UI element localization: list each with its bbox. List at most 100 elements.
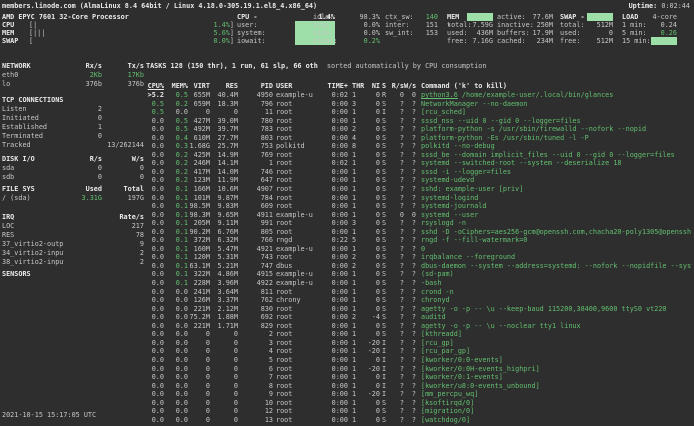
process-command: systemd --user <box>421 211 692 220</box>
process-row: 0.0 0.0 241M 3.64M 811 root 0:00 1 0 S ?… <box>146 288 692 297</box>
process-command: python3.6 /home/example-user/.local/bin/… <box>421 91 692 100</box>
process-row: 0.0 0.2 123M 11.9M 647 root 0:00 1 0 S ?… <box>146 176 692 185</box>
sidebar-row: lo 376b 376b <box>2 80 144 89</box>
process-row: 0.0 0.3 1.68G 25.7M 753 polkitd 0:00 8 0… <box>146 142 692 151</box>
mem-gauge-bar: ||| <box>33 29 213 37</box>
process-row: 0.0 0.1 228M 3.96M 4922 example-u 0:00 1… <box>146 279 692 288</box>
process-command: sssd_be --domain implicit_files --uid 0 … <box>421 151 692 160</box>
swap-panel: SWAP - total:512M used:0 free:512M <box>560 13 613 45</box>
process-row: 0.5 0.0 0 0 11 root 0:00 1 0 I ? ? [rcu_… <box>146 108 692 117</box>
disk-header: DISK I/O <box>2 155 64 164</box>
process-command: [kworker/u8:0-events_unbound] <box>421 382 692 391</box>
sidebar-row: sdb 0 0 <box>2 173 144 182</box>
process-row: 0.0 0.0 0 0 6 root 0:00 1 -20 I ? ? [kwo… <box>146 365 692 374</box>
irq-header: IRQ <box>2 213 64 222</box>
process-command: (sd-pam) <box>421 270 692 279</box>
process-command: systemd-udevd <box>421 176 692 185</box>
process-command: NetworkManager --no-daemon <box>421 100 692 109</box>
tcp-header: TCP CONNECTIONS <box>2 96 64 105</box>
sensors-panel: SENSORS <box>2 270 144 279</box>
process-row: 0.0 0.1 372M 6.32M 766 rngd 0:22 5 0 S ?… <box>146 236 692 245</box>
sidebar-row: 38_virtio2-input.2 2 <box>2 258 144 267</box>
process-command: sshd -D -oCiphers=aes256-gcm@openssh.com… <box>421 228 692 237</box>
quicklook-gauges: CPU[|1.4%] MEM[|||5.6%] SWAP[0.0%] <box>2 21 234 45</box>
process-row: 0.0 0.0 0 0 3 root 0:00 1 -20 I ? ? [rcu… <box>146 339 692 348</box>
process-row: 0.0 0.1 160M 5.47M 4921 example-u 0:00 1… <box>146 245 692 254</box>
process-command: [rcu_par_gp] <box>421 347 692 356</box>
uptime: Uptime: 0:02:44 <box>629 2 690 10</box>
irq-panel: IRQRate/s LOC 217 RES 78 37_virtio2-outp… <box>2 213 144 267</box>
process-command: -bash <box>421 279 692 288</box>
process-command: [kthreadd] <box>421 330 692 339</box>
process-row: 0.0 0.5 427M 39.0M 780 root 0:00 1 0 S ?… <box>146 117 692 126</box>
process-command: sssd -i --logger=files <box>421 168 692 177</box>
process-row: 0.0 0.1 166M 10.6M 4907 root 0:00 1 0 S … <box>146 185 692 194</box>
process-row: 0.0 0.0 75.2M 1.88M 692 root 0:00 2 -4 S… <box>146 313 692 322</box>
host-title: members.linode.com (AlmaLinux 8.4 64bit … <box>2 2 317 10</box>
process-row: 0.0 0.0 221M 2.12M 830 root 0:00 1 0 S ?… <box>146 305 692 314</box>
process-row: 0.0 0.1 322M 4.86M 4915 example-u 0:00 1… <box>146 270 692 279</box>
process-command: systemd --switched-root --system --deser… <box>421 159 692 168</box>
process-row: 0.0 0.0 126M 3.37M 762 chrony 0:00 1 0 S… <box>146 296 692 305</box>
process-command: [kworker/0:1-events] <box>421 373 692 382</box>
swap-gauge: SWAP[0.0%] <box>2 37 234 45</box>
process-command: dbus-daemon --system --address=systemd: … <box>421 262 692 271</box>
process-row: 0.0 0.0 0 0 2 root 0:00 1 0 S ? ? [kthre… <box>146 330 692 339</box>
process-command: crond -n <box>421 288 692 297</box>
filesystem-panel: FILE SYSUsedTotal / (sda) 3.31G 197G <box>2 185 144 203</box>
sidebar-row: Tracked 13/262144 <box>2 141 144 150</box>
process-table: TASKS 128 (150 thr), 1 run, 61 slp, 66 o… <box>146 62 692 424</box>
process-table-header: CPU% MEM% VIRT RES PID USER TIME+ THR NI… <box>146 82 692 91</box>
sidebar-row: Listen 2 <box>2 105 144 114</box>
process-command: polkitd --no-debug <box>421 142 692 151</box>
process-row: 0.0 0.0 0 0 9 root 0:00 1 -20 I ? ? [mm_… <box>146 390 692 399</box>
process-command: systemd-journald <box>421 202 692 211</box>
cpu-model: AMD EPYC 7601 32-Core Processor <box>2 13 129 21</box>
sidebar-row: 37_virtio2-output.1 9 <box>2 240 144 249</box>
process-row: >5.2 0.5 655M 40.4M 4950 example-u 0:02 … <box>146 91 692 100</box>
fs-header: FILE SYS <box>2 185 64 194</box>
sidebar-row: / (sda) 3.31G 197G <box>2 194 144 203</box>
swap-percent-block <box>587 13 613 21</box>
process-command: rngd -f --fill-watermark=0 <box>421 236 692 245</box>
process-row: 0.0 0.1 98.5M 9.83M 609 root 0:00 1 0 S … <box>146 202 692 211</box>
left-sidebar: NETWORKRx/sTx/s eth0 2Kb 17Kb lo 376b 37… <box>2 62 144 279</box>
process-command: [rcu_sched] <box>421 108 692 117</box>
process-command: [migration/0] <box>421 407 692 416</box>
sidebar-row: 34_virtio2-input.0 2 <box>2 249 144 258</box>
process-row: 0.0 0.1 120M 5.31M 743 root 0:00 2 0 S ?… <box>146 253 692 262</box>
sort-column-cpu: CPU% <box>146 82 164 91</box>
load15-block <box>651 37 677 45</box>
process-command: platform-python -s /usr/sbin/firewalld -… <box>421 125 692 134</box>
mem-percent-block <box>467 13 493 21</box>
process-command: systemd-logind <box>421 194 692 203</box>
process-row: 0.0 0.2 417M 14.0M 746 root 0:00 1 0 S ?… <box>146 168 692 177</box>
process-row: 0.0 0.0 0 0 7 root 0:00 1 0 I ? ? [kwork… <box>146 373 692 382</box>
process-row: 0.0 0.5 492M 39.7M 783 root 0:00 2 0 S ?… <box>146 125 692 134</box>
sidebar-row: Terminated 0 <box>2 132 144 141</box>
process-row: 0.0 0.2 425M 14.9M 769 root 0:00 1 0 S ?… <box>146 151 692 160</box>
mem-panel: MEM - total:7.59G used:436M free:7.16G <box>447 13 493 45</box>
process-row: 0.0 0.1 90.2M 6.76M 805 root 0:00 1 0 S … <box>146 228 692 237</box>
mem-gauge: MEM[|||5.6%] <box>2 29 234 37</box>
process-row: 0.0 0.2 246M 14.1M 1 root 0:02 1 0 S ? ?… <box>146 159 692 168</box>
process-row: 0.0 0.0 0 0 13 root 0:00 1 0 S ? ? [watc… <box>146 416 692 425</box>
process-command: [rcu_gp] <box>421 339 692 348</box>
uptime-value: 0:02:44 <box>661 2 690 10</box>
process-command: auditd <box>421 313 692 322</box>
sidebar-row: Established 1 <box>2 123 144 132</box>
sidebar-row: RES 78 <box>2 231 144 240</box>
process-command: 0 <box>421 245 692 254</box>
process-command: platform-python -Es /usr/sbin/tuned -l -… <box>421 134 692 143</box>
load-panel: LOAD4-core 1 min:0.24 5 min:0.26 15 min: <box>622 13 677 45</box>
network-panel: NETWORKRx/sTx/s eth0 2Kb 17Kb lo 376b 37… <box>2 62 144 89</box>
process-command: [watchdog/0] <box>421 416 692 425</box>
sensors-header: SENSORS <box>2 270 64 279</box>
process-row: 0.0 0.1 205M 9.11M 991 root 0:00 3 0 S ?… <box>146 219 692 228</box>
process-row: 0.0 0.1 63.1M 5.21M 747 dbus 0:00 2 0 S … <box>146 262 692 271</box>
sort-info: sorted automatically by CPU consumption <box>327 62 487 70</box>
process-command: [mm_percpu_wq] <box>421 390 692 399</box>
cpu-gauge: CPU[|1.4%] <box>2 21 234 29</box>
tasks-summary: TASKS 128 (150 thr), 1 run, 61 slp, 66 o… <box>146 62 692 70</box>
process-row: 0.0 0.4 610M 27.7M 803 root 0:00 4 0 S ?… <box>146 134 692 143</box>
